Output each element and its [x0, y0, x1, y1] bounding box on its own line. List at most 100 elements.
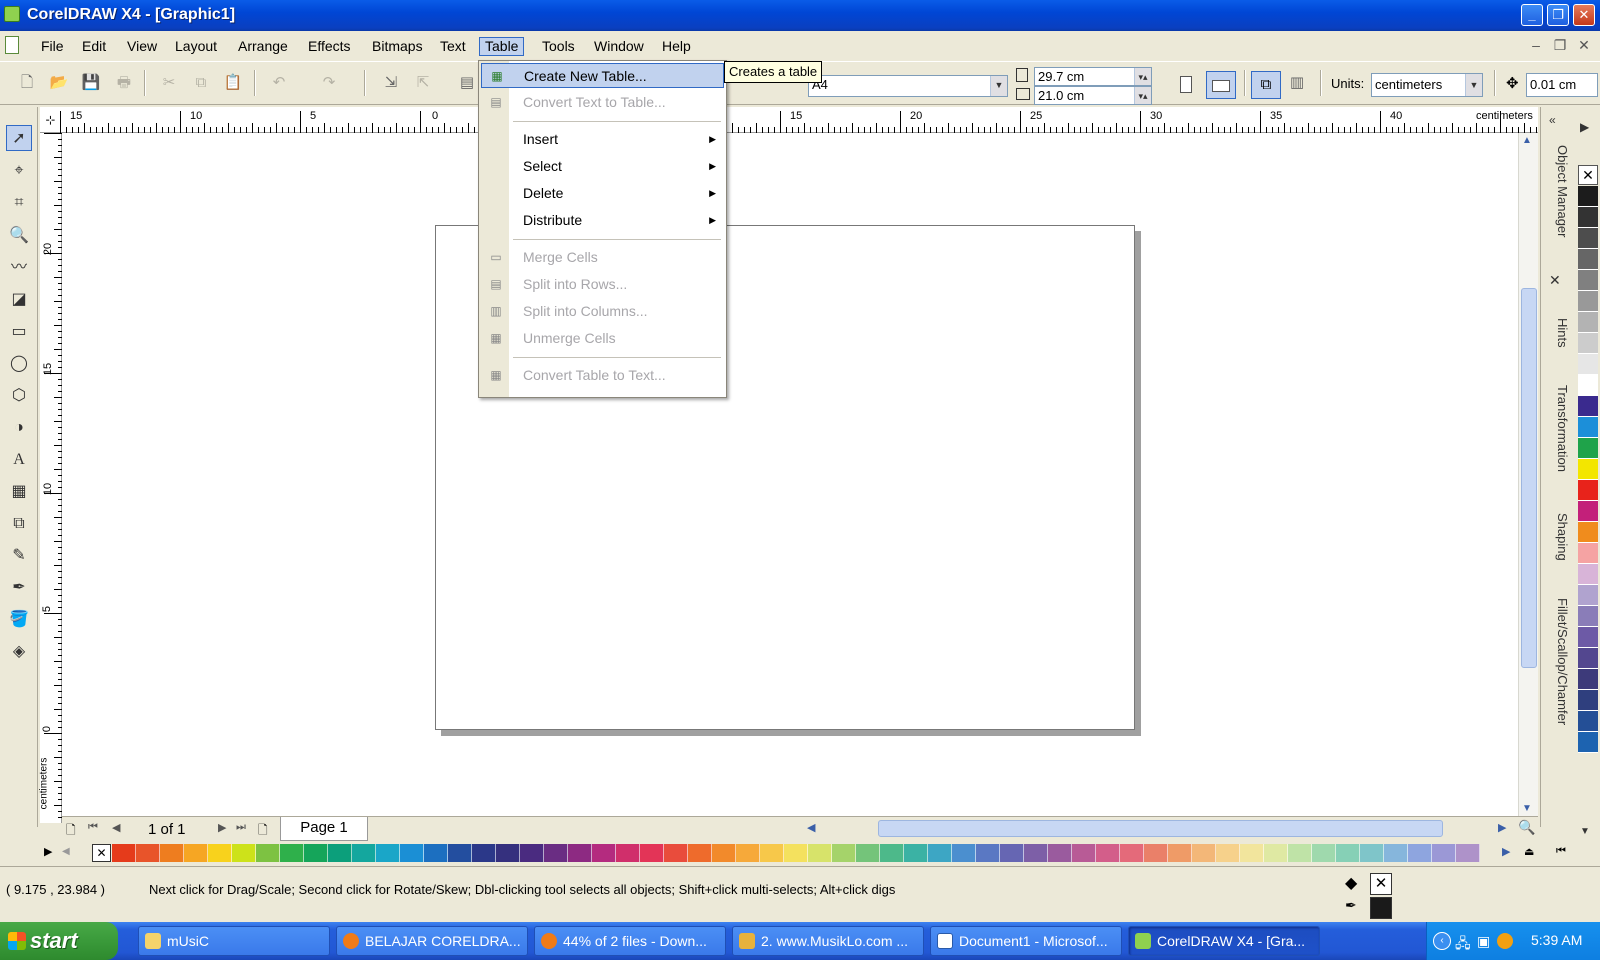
- outline-pen-status-icon[interactable]: ✒: [1345, 897, 1357, 914]
- menu-window[interactable]: Window: [588, 37, 650, 56]
- color-swatch[interactable]: [208, 844, 232, 862]
- color-swatch[interactable]: [136, 844, 160, 862]
- color-swatch[interactable]: [400, 844, 424, 862]
- scroll-left-icon[interactable]: ◀: [807, 821, 815, 834]
- docker-tab-transformation[interactable]: Transformation: [1546, 385, 1570, 490]
- zoom-navigator-icon[interactable]: 🔍: [1518, 819, 1535, 836]
- application-launcher-icon[interactable]: ▤: [456, 72, 478, 94]
- palette-scroll-left-icon[interactable]: ◀: [62, 846, 70, 857]
- polygon-tool-icon[interactable]: ⬡: [6, 383, 32, 409]
- color-swatch[interactable]: [1432, 844, 1456, 862]
- previous-page-icon[interactable]: ◀: [112, 821, 120, 834]
- color-swatch[interactable]: [952, 844, 976, 862]
- no-color-swatch-icon[interactable]: ✕: [1578, 165, 1598, 185]
- color-swatch[interactable]: [328, 844, 352, 862]
- current-page-icon[interactable]: ▥: [1286, 72, 1308, 94]
- scroll-down-icon[interactable]: ▼: [1522, 803, 1532, 814]
- task-download[interactable]: 44% of 2 files - Down...: [534, 926, 726, 956]
- horizontal-scroll-thumb[interactable]: [878, 820, 1443, 837]
- color-swatch[interactable]: [1384, 844, 1408, 862]
- tray-expand-icon[interactable]: ‹: [1433, 932, 1451, 950]
- network-icon[interactable]: 🖧: [1455, 933, 1471, 957]
- zoom-tool-icon[interactable]: 🔍: [6, 223, 32, 249]
- color-swatch[interactable]: [976, 844, 1000, 862]
- color-swatch[interactable]: [1120, 844, 1144, 862]
- page-height-field[interactable]: 21.0 cm ▾▴: [1034, 86, 1152, 105]
- color-swatch[interactable]: [1578, 249, 1598, 270]
- color-swatch[interactable]: [1578, 522, 1598, 543]
- freehand-tool-icon[interactable]: 〰: [6, 255, 32, 281]
- color-swatch[interactable]: [1578, 396, 1598, 417]
- color-swatch[interactable]: [184, 844, 208, 862]
- units-select[interactable]: centimeters ▼: [1371, 73, 1483, 97]
- export-icon[interactable]: ⇱: [412, 72, 434, 94]
- color-swatch[interactable]: [1578, 648, 1598, 669]
- paper-size-select[interactable]: A4 ▼: [808, 75, 1008, 97]
- color-swatch[interactable]: [1578, 543, 1598, 564]
- menu-arrange[interactable]: Arrange: [232, 37, 294, 56]
- menu-item-convert-text-to-table[interactable]: ▤ Convert Text to Table...: [481, 90, 724, 115]
- color-swatch[interactable]: [712, 844, 736, 862]
- palette-first-icon[interactable]: ⏮: [1556, 845, 1566, 858]
- page-width-field[interactable]: 29.7 cm ▾▴: [1034, 67, 1152, 86]
- scroll-up-icon[interactable]: ▲: [1522, 135, 1532, 146]
- color-swatch[interactable]: [280, 844, 304, 862]
- doc-restore-icon[interactable]: ❐: [1552, 37, 1568, 53]
- new-document-icon[interactable]: 🗋: [16, 72, 38, 94]
- nudge-distance-field[interactable]: 0.01 cm: [1526, 73, 1598, 97]
- paste-icon[interactable]: 📋: [222, 72, 244, 94]
- color-swatch[interactable]: [1578, 564, 1598, 585]
- rectangle-tool-icon[interactable]: ▭: [6, 319, 32, 345]
- spinner-icon[interactable]: ▾▴: [1134, 68, 1151, 85]
- color-swatch[interactable]: [256, 844, 280, 862]
- chevron-down-icon[interactable]: ▼: [990, 76, 1007, 96]
- pick-tool-icon[interactable]: ➚: [6, 125, 32, 151]
- color-swatch[interactable]: [1288, 844, 1312, 862]
- restore-button[interactable]: ❐: [1547, 4, 1569, 26]
- redo-icon[interactable]: ↷: [318, 72, 340, 94]
- color-swatch[interactable]: [232, 844, 256, 862]
- menu-layout[interactable]: Layout: [169, 37, 223, 56]
- fill-indicator-icon[interactable]: ◆: [1345, 873, 1357, 893]
- color-swatch[interactable]: [1048, 844, 1072, 862]
- palette-expand-icon[interactable]: ⏏: [1524, 845, 1534, 858]
- color-swatch[interactable]: [1578, 312, 1598, 333]
- color-swatch[interactable]: [1578, 459, 1598, 480]
- menu-item-insert[interactable]: Insert ▶: [481, 127, 724, 152]
- color-swatch[interactable]: [1578, 732, 1598, 753]
- eyedropper-icon[interactable]: ✎: [6, 543, 32, 569]
- collapse-docker-icon[interactable]: «: [1549, 113, 1556, 127]
- color-swatch[interactable]: [1578, 207, 1598, 228]
- task-music[interactable]: mUsiC: [138, 926, 330, 956]
- spinner-icon[interactable]: ▾▴: [1134, 87, 1151, 104]
- outline-color-swatch[interactable]: [1370, 897, 1392, 919]
- color-swatch[interactable]: [736, 844, 760, 862]
- color-swatch[interactable]: [160, 844, 184, 862]
- right-color-palette[interactable]: [1578, 186, 1600, 846]
- color-swatch[interactable]: [1456, 844, 1480, 862]
- menu-item-delete[interactable]: Delete ▶: [481, 181, 724, 206]
- color-swatch[interactable]: [1578, 375, 1598, 396]
- color-swatch[interactable]: [1578, 270, 1598, 291]
- first-page-icon[interactable]: ⏮: [88, 821, 98, 834]
- color-swatch[interactable]: [592, 844, 616, 862]
- basic-shapes-icon[interactable]: ◑: [6, 415, 32, 441]
- color-swatch[interactable]: [1336, 844, 1360, 862]
- color-swatch[interactable]: [832, 844, 856, 862]
- color-swatch[interactable]: [1578, 585, 1598, 606]
- all-pages-icon[interactable]: ⧉: [1251, 71, 1281, 99]
- color-swatch[interactable]: [640, 844, 664, 862]
- palette-swatches[interactable]: [112, 842, 1536, 864]
- close-button[interactable]: ✕: [1573, 4, 1595, 26]
- next-page-icon[interactable]: ▶: [218, 821, 226, 834]
- save-icon[interactable]: 💾: [80, 72, 102, 94]
- color-swatch[interactable]: [1578, 711, 1598, 732]
- outline-pen-icon[interactable]: ✒: [6, 575, 32, 601]
- palette-scroll-right-icon[interactable]: ▶: [1502, 845, 1510, 858]
- copy-icon[interactable]: ⧉: [190, 72, 212, 94]
- color-swatch[interactable]: [856, 844, 880, 862]
- no-fill-swatch-icon[interactable]: ✕: [92, 844, 111, 862]
- scroll-right-icon[interactable]: ▶: [1498, 821, 1506, 834]
- color-swatch[interactable]: [1578, 186, 1598, 207]
- no-fill-status-icon[interactable]: ✕: [1370, 873, 1392, 895]
